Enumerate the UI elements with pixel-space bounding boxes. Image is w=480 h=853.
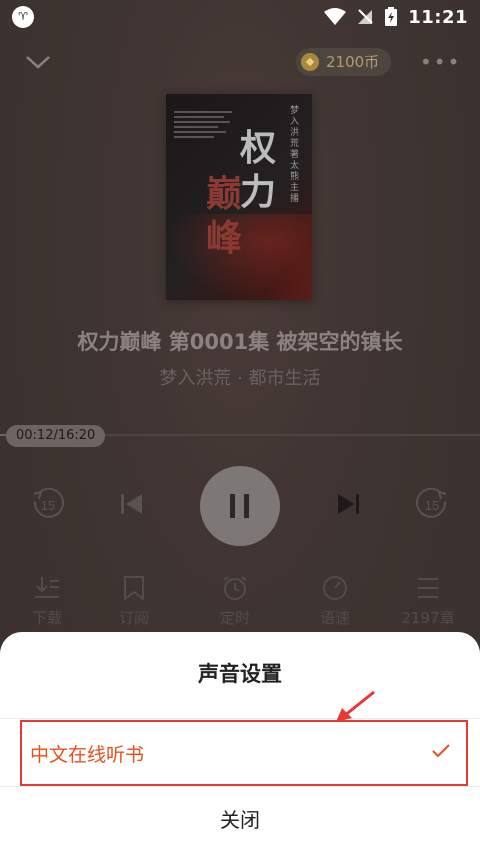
cover-title-part-1: 权力 <box>240 127 277 213</box>
pause-button[interactable] <box>200 466 280 546</box>
wifi-icon <box>324 8 347 25</box>
coin-balance-label: 2100币 <box>326 53 380 71</box>
playback-time-badge: 00:12/16:20 <box>6 425 106 447</box>
book-subtitle: 梦入洪荒 · 都市生活 <box>159 368 321 389</box>
speed-gauge-icon <box>323 576 347 600</box>
collapse-chevron-icon[interactable] <box>22 48 54 76</box>
no-signal-icon <box>358 9 373 24</box>
more-options-icon[interactable]: ••• <box>420 52 459 72</box>
forward-15-icon[interactable]: 15 <box>412 484 452 524</box>
divider <box>0 718 480 719</box>
cover-decoration <box>174 108 234 141</box>
player-toolbar: 下载 订阅 定时 语速 2197章 <box>0 575 480 635</box>
app-notification-icon: ♈ <box>12 6 34 28</box>
status-icons: 11:21 <box>324 6 468 28</box>
coin-balance-button[interactable]: 2100币 <box>296 48 392 76</box>
status-time: 11:21 <box>408 6 468 28</box>
chapters-button[interactable]: 2197章 <box>393 575 463 628</box>
cover-title-part-2: 巅峰 <box>206 173 243 259</box>
speed-button[interactable]: 语速 <box>300 575 370 628</box>
bookmark-icon <box>124 576 144 601</box>
list-icon <box>418 578 438 598</box>
timer-label: 定时 <box>219 609 250 627</box>
subscribe-button[interactable]: 订阅 <box>99 575 169 628</box>
forward-label: 15 <box>425 498 439 513</box>
sheet-title: 声音设置 <box>198 662 282 686</box>
playback-controls: 15 15 <box>0 466 480 550</box>
divider <box>0 786 480 787</box>
checkmark-icon <box>432 744 450 758</box>
timer-button[interactable]: 定时 <box>200 575 270 628</box>
download-button[interactable]: 下载 <box>12 575 82 628</box>
status-bar: ♈ 11:21 <box>0 0 480 34</box>
voice-option-selected[interactable]: 中文在线听书 <box>20 720 468 786</box>
close-button[interactable]: 关闭 <box>0 804 480 833</box>
coin-icon <box>301 53 319 71</box>
rewind-label: 15 <box>41 498 55 513</box>
sound-settings-sheet: 声音设置 中文在线听书 关闭 <box>0 632 480 853</box>
previous-track-icon[interactable] <box>112 484 152 524</box>
alarm-clock-icon <box>223 576 247 600</box>
pause-icon <box>230 494 249 518</box>
next-track-icon[interactable] <box>328 484 368 524</box>
download-icon <box>35 577 59 598</box>
rewind-15-icon[interactable]: 15 <box>28 484 68 524</box>
player-topbar: 2100币 ••• <box>0 40 480 84</box>
progress-fill <box>0 434 6 436</box>
episode-title: 权力巅峰 第0001集 被架空的镇长 <box>77 330 403 354</box>
speed-label: 语速 <box>319 609 350 627</box>
voice-option-label: 中文在线听书 <box>30 744 145 766</box>
annotation-arrow-icon <box>336 690 375 722</box>
battery-charging-icon <box>385 7 398 26</box>
subscribe-label: 订阅 <box>118 609 149 627</box>
cover-author-text: 梦入洪荒著太熊主播 <box>290 106 300 204</box>
chapters-label: 2197章 <box>401 609 455 627</box>
download-label: 下载 <box>31 609 62 627</box>
book-cover: 梦入洪荒著太熊主播 权力 巅峰 <box>166 94 312 300</box>
